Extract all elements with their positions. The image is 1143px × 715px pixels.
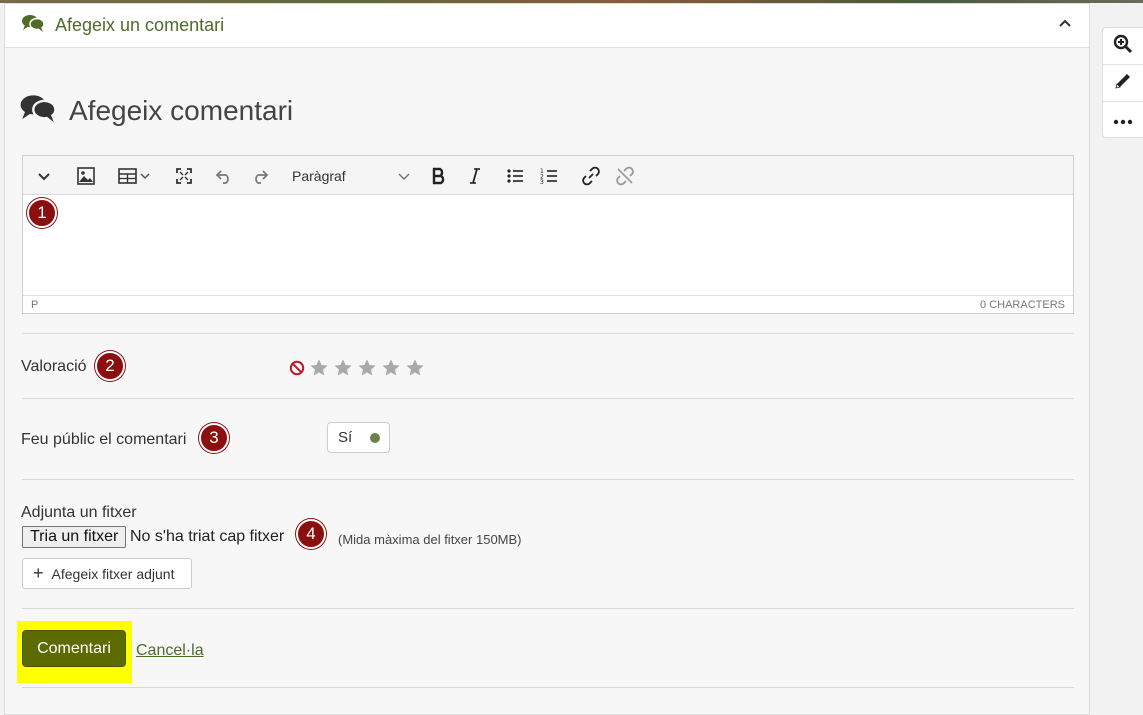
- callout-badge-2: 2: [95, 351, 125, 381]
- unlink-icon[interactable]: [613, 156, 637, 195]
- image-icon[interactable]: [73, 156, 99, 195]
- rating-label: Valoració: [21, 358, 87, 375]
- italic-icon[interactable]: [463, 156, 487, 195]
- chevron-up-icon[interactable]: [1057, 15, 1073, 36]
- undo-icon[interactable]: [213, 156, 235, 195]
- attachment-label: Adjunta un fitxer: [21, 504, 137, 521]
- divider: [22, 333, 1074, 334]
- zoom-in-button[interactable]: [1103, 28, 1143, 65]
- comments-icon: [21, 13, 45, 38]
- callout-badge-3: 3: [199, 423, 229, 453]
- pencil-icon: [1113, 71, 1133, 96]
- add-attachment-button[interactable]: + Afegeix fitxer adjunt: [22, 558, 192, 589]
- editor-textarea[interactable]: [23, 195, 1073, 295]
- public-comment-toggle[interactable]: Sí: [327, 422, 390, 453]
- divider: [22, 398, 1074, 399]
- numbered-list-icon[interactable]: 123: [537, 156, 561, 195]
- divider: [22, 687, 1074, 688]
- star-icon[interactable]: [309, 358, 329, 383]
- more-dots-icon: [1113, 112, 1133, 130]
- paragraph-format-select[interactable]: Paràgraf: [285, 156, 415, 195]
- more-options-button[interactable]: [1103, 102, 1143, 139]
- no-rating-icon[interactable]: [289, 360, 305, 381]
- callout-badge-1: 1: [27, 198, 57, 228]
- star-icon[interactable]: [357, 358, 377, 383]
- comments-icon: [19, 92, 57, 129]
- page-title: Afegeix comentari: [19, 92, 293, 129]
- submit-comment-button[interactable]: Comentari: [22, 630, 126, 667]
- character-count: 0 CHARACTERS: [980, 298, 1065, 311]
- link-icon[interactable]: [579, 156, 603, 195]
- plus-icon: +: [33, 563, 44, 583]
- fullscreen-icon[interactable]: [173, 156, 195, 195]
- zoom-in-icon: [1113, 34, 1133, 59]
- divider: [22, 479, 1074, 480]
- file-status-text: No s'ha triat cap fitxer: [130, 528, 285, 545]
- max-file-size-hint: (Mida màxima del fitxer 150MB): [338, 532, 522, 547]
- table-icon[interactable]: [115, 156, 155, 195]
- card-header[interactable]: Afegeix un comentari: [5, 4, 1089, 48]
- star-icon[interactable]: [333, 358, 353, 383]
- redo-icon[interactable]: [249, 156, 271, 195]
- editor-statusbar: P 0 CHARACTERS: [23, 295, 1073, 313]
- star-icon[interactable]: [381, 358, 401, 383]
- page-title-text: Afegeix comentari: [69, 94, 294, 126]
- bullet-list-icon[interactable]: [503, 156, 527, 195]
- star-rating[interactable]: [289, 358, 425, 383]
- public-comment-label: Feu públic el comentari: [21, 431, 187, 448]
- side-toolbar: [1102, 27, 1143, 138]
- toggle-indicator: [370, 433, 380, 443]
- choose-file-button[interactable]: Tria un fitxer: [22, 526, 127, 548]
- svg-text:3: 3: [540, 179, 544, 185]
- chevron-down-icon: [397, 169, 411, 183]
- edit-button[interactable]: [1103, 65, 1143, 102]
- comment-card: Afegeix un comentari Afegeix comentari P…: [4, 3, 1090, 715]
- callout-badge-4: 4: [296, 519, 326, 549]
- add-attachment-label: Afegeix fitxer adjunt: [51, 565, 175, 582]
- editor-toolbar: Paràgraf 123: [23, 156, 1073, 195]
- star-icon[interactable]: [405, 358, 425, 383]
- chevron-down-icon[interactable]: [33, 156, 55, 195]
- card-header-title: Afegeix un comentari: [55, 15, 225, 35]
- divider: [22, 608, 1074, 609]
- element-path: P: [31, 298, 39, 311]
- bold-icon[interactable]: [427, 156, 451, 195]
- rich-text-editor: Paràgraf 123 P 0 CHARACTERS: [22, 155, 1074, 314]
- cancel-link[interactable]: Cancel·la: [136, 642, 204, 660]
- paragraph-format-label: Paràgraf: [292, 167, 346, 184]
- toggle-value: Sí: [338, 429, 353, 446]
